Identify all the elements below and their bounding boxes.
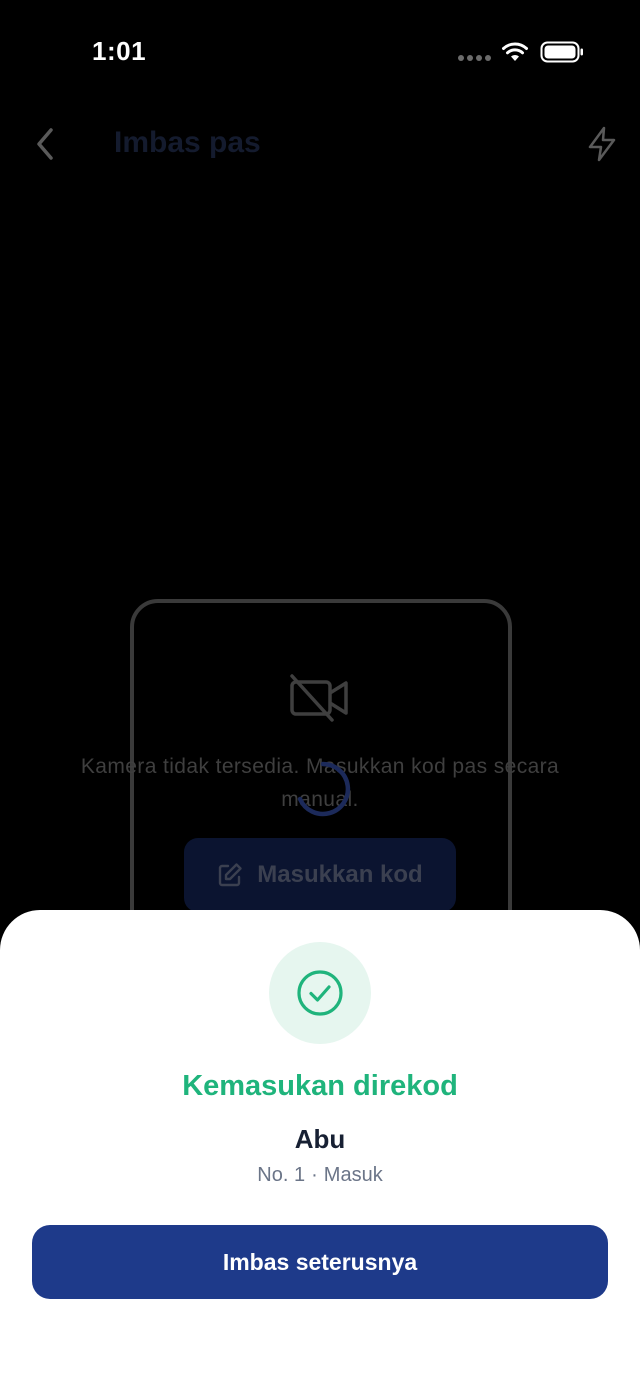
visitor-details: No. 1 · Masuk: [0, 1164, 640, 1187]
wifi-icon: [502, 42, 528, 61]
camera-off-icon: [290, 674, 348, 722]
back-chevron-icon[interactable]: [28, 124, 64, 164]
loading-spinner-icon: [297, 761, 351, 817]
success-badge: [269, 942, 371, 1044]
entry-direction: Masuk: [323, 1164, 383, 1186]
enter-code-label: Masukkan kod: [257, 861, 423, 888]
pencil-icon: [219, 863, 242, 887]
scan-next-button[interactable]: Imbas seterusnya: [32, 1225, 608, 1299]
page-title: Imbas pas: [114, 126, 261, 159]
scan-pass-screen: 1:01 Imbas pas Kamera tidak tersedia. Ma: [0, 0, 640, 1392]
status-time: 1:01: [92, 36, 147, 66]
header-bar: Imbas pas: [0, 110, 640, 180]
cellular-signal-icon: [458, 55, 491, 61]
flash-icon[interactable]: [582, 124, 622, 164]
scan-next-label: Imbas seterusnya: [222, 1248, 418, 1275]
battery-icon: [540, 41, 583, 63]
meta-separator: ·: [311, 1164, 318, 1186]
pass-number: No. 1: [257, 1164, 306, 1186]
check-circle-icon: [297, 970, 343, 1016]
status-bar: 1:01: [0, 0, 640, 100]
enter-code-button[interactable]: Masukkan kod: [184, 838, 456, 912]
visitor-name: Abu: [294, 1124, 346, 1154]
result-bottom-sheet: Kemasukan direkod Abu No. 1 · Masuk Imba…: [0, 910, 640, 1392]
result-title: Kemasukan direkod: [182, 1070, 458, 1102]
